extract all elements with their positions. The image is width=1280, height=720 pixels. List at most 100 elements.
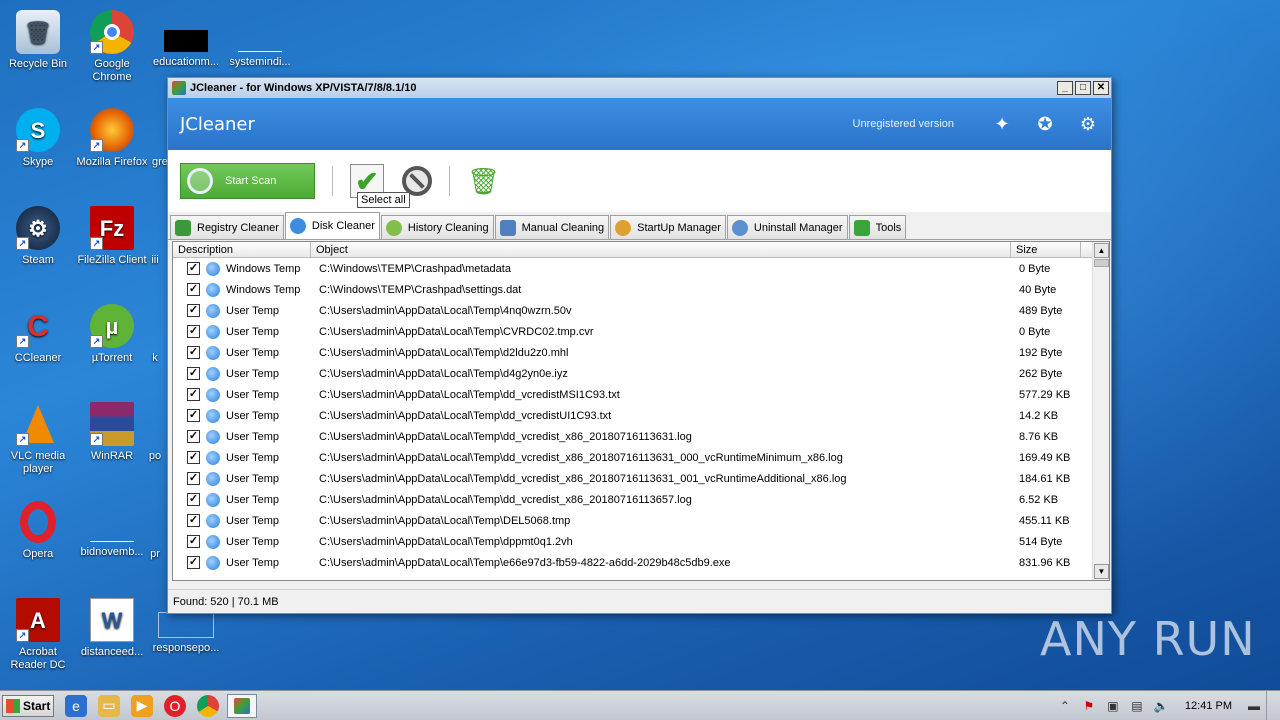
table-row[interactable]: ✓ User Temp C:\Users\admin\AppData\Local\T… — [173, 489, 1109, 510]
scroll-down-button[interactable]: ▼ — [1094, 564, 1109, 579]
row-checkbox[interactable]: ✓ — [187, 388, 200, 401]
gre-shortcut[interactable]: gre — [130, 104, 170, 169]
pr-shortcut[interactable]: pr — [140, 496, 170, 561]
start-scan-button[interactable]: Start Scan — [180, 163, 315, 199]
vertical-scrollbar[interactable]: ▲ ▼ — [1092, 242, 1109, 580]
education-shortcut[interactable]: educationm... — [148, 6, 224, 69]
settings-gear-icon[interactable]: ⚙ — [1077, 113, 1099, 135]
utorrent-shortcut[interactable]: µ ↗ µTorrent — [74, 300, 150, 365]
systemindi-shortcut[interactable]: systemindi... — [222, 6, 298, 69]
row-checkbox[interactable]: ✓ — [187, 556, 200, 569]
k-shortcut[interactable]: k — [140, 300, 170, 365]
volume-icon[interactable]: 🔈 — [1154, 699, 1169, 713]
chrome-taskbar-icon[interactable] — [197, 694, 219, 717]
table-row[interactable]: ✓ User Temp C:\Users\admin\AppData\Local\T… — [173, 531, 1109, 552]
chrome-shortcut[interactable]: ↗ Google Chrome — [74, 6, 150, 84]
clock[interactable]: 12:41 PM — [1185, 700, 1232, 712]
row-checkbox[interactable]: ✓ — [187, 493, 200, 506]
vlc-shortcut[interactable]: ↗ VLC media player — [0, 398, 76, 476]
tab-startup-manager[interactable]: StartUp Manager — [610, 215, 726, 239]
media-player-icon[interactable]: ▶ — [131, 694, 153, 717]
ccleaner-shortcut[interactable]: C ↗ CCleaner — [0, 300, 76, 365]
shortcut-label: Skype — [22, 156, 54, 168]
row-description-cell: ✓ User Temp — [173, 303, 313, 318]
maximize-button[interactable]: □ — [1075, 81, 1091, 95]
magic-wand-icon[interactable]: ✦ — [991, 113, 1013, 135]
table-row[interactable]: ✓ User Temp C:\Users\admin\AppData\Local\T… — [173, 468, 1109, 489]
row-checkbox[interactable]: ✓ — [187, 409, 200, 422]
winrar-shortcut[interactable]: ↗ WinRAR — [74, 398, 150, 463]
row-size: 192 Byte — [1019, 346, 1063, 359]
table-row[interactable]: ✓ User Temp C:\Users\admin\AppData\Local\T… — [173, 384, 1109, 405]
table-row[interactable]: ✓ User Temp C:\Users\admin\AppData\Local\T… — [173, 426, 1109, 447]
table-row[interactable]: ✓ User Temp C:\Users\admin\AppData\Local\T… — [173, 300, 1109, 321]
jcleaner-taskbar-button[interactable] — [227, 693, 257, 718]
table-row[interactable]: ✓ User Temp C:\Users\admin\AppData\Local\T… — [173, 510, 1109, 531]
shortcut-label: WinRAR — [90, 450, 134, 462]
recycle-bin-shortcut[interactable]: 🗑 Recycle Bin — [0, 6, 76, 71]
row-checkbox[interactable]: ✓ — [187, 283, 200, 296]
row-checkbox[interactable]: ✓ — [187, 430, 200, 443]
scroll-up-button[interactable]: ▲ — [1094, 243, 1109, 258]
table-row[interactable]: ✓ Windows Temp C:\Windows\TEMP\Crashpad\me… — [173, 258, 1109, 279]
file-explorer-icon[interactable]: ▭ — [98, 694, 120, 717]
shortcut-label: Recycle Bin — [8, 58, 68, 70]
column-header-object[interactable]: Object — [311, 242, 1011, 257]
tab-history-cleaning[interactable]: History Cleaning — [380, 215, 494, 239]
close-button[interactable]: ✕ — [1093, 81, 1109, 95]
registration-status: Unregistered version — [852, 118, 955, 130]
table-row[interactable]: ✓ User Temp C:\Users\admin\AppData\Local\T… — [173, 552, 1109, 573]
tab-uninstall-manager[interactable]: Uninstall Manager — [726, 215, 848, 239]
scroll-thumb[interactable] — [1094, 259, 1109, 267]
start-button[interactable]: Start — [2, 694, 54, 717]
table-row[interactable]: ✓ Windows Temp C:\Windows\TEMP\Crashpad\se… — [173, 279, 1109, 300]
column-header-size[interactable]: Size — [1011, 242, 1081, 257]
tray-expand-icon[interactable]: ⌃ — [1058, 699, 1072, 713]
delete-trash-button[interactable]: 🗑 — [467, 165, 500, 197]
table-row[interactable]: ✓ User Temp C:\Users\admin\AppData\Local\T… — [173, 447, 1109, 468]
row-checkbox[interactable]: ✓ — [187, 451, 200, 464]
table-row[interactable]: ✓ User Temp C:\Users\admin\AppData\Local\T… — [173, 321, 1109, 342]
row-size: 6.52 KB — [1019, 493, 1059, 506]
acrobat-shortcut[interactable]: A ↗ Acrobat Reader DC — [0, 594, 76, 672]
steam-icon: ⚙ ↗ — [16, 206, 60, 250]
table-row[interactable]: ✓ User Temp C:\Users\admin\AppData\Local\T… — [173, 363, 1109, 384]
row-checkbox[interactable]: ✓ — [187, 262, 200, 275]
minimize-button[interactable]: _ — [1057, 81, 1073, 95]
skype-shortcut[interactable]: S ↗ Skype — [0, 104, 76, 169]
help-lifebuoy-icon[interactable]: ✪ — [1034, 113, 1056, 135]
row-size: 262 Byte — [1019, 367, 1063, 380]
opera-taskbar-icon[interactable]: O — [164, 694, 186, 717]
row-checkbox[interactable]: ✓ — [187, 535, 200, 548]
registry-icon — [175, 219, 191, 236]
table-row[interactable]: ✓ User Temp C:\Users\admin\AppData\Local\T… — [173, 342, 1109, 363]
opera-shortcut[interactable]: Opera — [0, 496, 76, 561]
show-desktop-button[interactable] — [1266, 690, 1280, 720]
bidnovemb-shortcut[interactable]: bidnovemb... — [74, 496, 150, 559]
security-alert-icon[interactable]: ⚑ — [1082, 699, 1096, 713]
row-checkbox[interactable]: ✓ — [187, 514, 200, 527]
row-checkbox[interactable]: ✓ — [187, 346, 200, 359]
status-text: Found: 520 | 70.1 MB — [173, 596, 279, 608]
tab-tools[interactable]: Tools — [848, 215, 907, 239]
column-header-description[interactable]: Description — [173, 242, 311, 257]
title-bar[interactable]: JCleaner - for Windows XP/VISTA/7/8/8.1/… — [168, 78, 1111, 98]
notification-flag-icon[interactable]: ▬ — [1247, 699, 1261, 713]
network-icon[interactable]: ▤ — [1130, 699, 1144, 713]
row-checkbox[interactable]: ✓ — [187, 472, 200, 485]
row-checkbox[interactable]: ✓ — [187, 367, 200, 380]
po-shortcut[interactable]: po — [140, 398, 170, 463]
table-row[interactable]: ✓ User Temp C:\Users\admin\AppData\Local\T… — [173, 405, 1109, 426]
filezilla-shortcut[interactable]: Fz ↗ FileZilla Client — [74, 202, 150, 267]
steam-shortcut[interactable]: ⚙ ↗ Steam — [0, 202, 76, 267]
distanceed-shortcut[interactable]: W distanceed... — [74, 594, 150, 659]
tab-manual-cleaning[interactable]: Manual Cleaning — [494, 215, 610, 239]
row-checkbox[interactable]: ✓ — [187, 304, 200, 317]
iii-shortcut[interactable]: iii — [140, 202, 170, 267]
tab-registry-cleaner[interactable]: Registry Cleaner — [170, 215, 284, 239]
action-center-icon[interactable]: ▣ — [1106, 699, 1120, 713]
tab-disk-cleaner[interactable]: Disk Cleaner — [284, 212, 380, 239]
row-checkbox[interactable]: ✓ — [187, 325, 200, 338]
shortcut-label: µTorrent — [91, 352, 133, 364]
internet-explorer-icon[interactable]: e — [65, 694, 87, 717]
